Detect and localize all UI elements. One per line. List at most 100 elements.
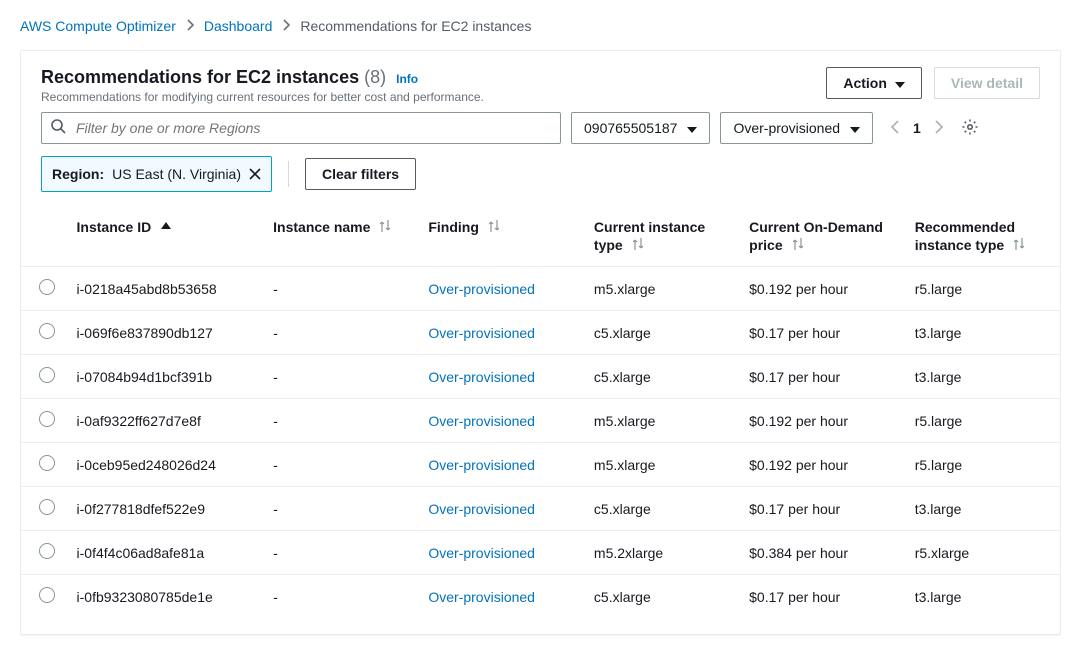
col-instance-id[interactable]: Instance ID [67,206,264,267]
info-link[interactable]: Info [396,72,418,86]
row-radio[interactable] [39,323,55,339]
cell-recommended-type: t3.large [905,311,1060,355]
cell-current-type: m5.xlarge [584,267,739,311]
filter-chip-value: US East (N. Virginia) [112,166,241,182]
row-radio[interactable] [39,587,55,603]
cell-price: $0.17 per hour [739,487,905,531]
row-radio[interactable] [39,499,55,515]
cell-instance-id: i-069f6e837890db127 [67,311,264,355]
table-row[interactable]: i-069f6e837890db127-Over-provisionedc5.x… [21,311,1060,355]
table-row[interactable]: i-0218a45abd8b53658-Over-provisioned m5.x… [21,267,1060,311]
sort-asc-icon [161,222,171,232]
result-count: (8) [364,67,386,87]
recommendations-table: Instance ID Instance name [21,206,1060,618]
cell-finding-link[interactable]: Over-provisioned [428,545,535,561]
page-title: Recommendations for EC2 instances (8) [41,67,386,88]
caret-down-icon [850,120,860,136]
cell-instance-name: - [263,267,418,311]
cell-instance-name: - [263,575,418,619]
cell-instance-id: i-0f277818dfef522e9 [67,487,264,531]
page-number: 1 [913,120,921,136]
cell-price: $0.192 per hour [739,399,905,443]
view-detail-button[interactable]: View detail [934,67,1040,99]
col-price[interactable]: Current On-Demand price [739,206,905,267]
region-filter-input[interactable] [41,112,561,144]
action-button[interactable]: Action [826,67,922,99]
divider [288,161,289,187]
row-radio[interactable] [39,279,55,295]
caret-down-icon [895,75,905,91]
cell-instance-id: i-0ceb95ed248026d24 [67,443,264,487]
cell-current-type: c5.xlarge [584,487,739,531]
filter-chip-region: Region: US East (N. Virginia) [41,156,272,192]
table-row[interactable]: i-0f4f4c06ad8afe81a-Over-provisionedm5.2… [21,531,1060,575]
cell-finding-link[interactable]: Over-provisioned [428,589,535,605]
search-icon [51,119,66,137]
col-finding[interactable]: Finding [418,206,584,267]
cell-price: $0.384 per hour [739,531,905,575]
account-dropdown[interactable]: 090765505187 [571,112,710,144]
cell-instance-name: - [263,311,418,355]
row-radio[interactable] [39,543,55,559]
cell-price: $0.17 per hour [739,355,905,399]
cell-instance-id: i-0fb9323080785de1e [67,575,264,619]
cell-recommended-type: r5.xlarge [905,531,1060,575]
cell-price: $0.17 per hour [739,575,905,619]
cell-price: $0.17 per hour [739,311,905,355]
sort-icon [380,220,390,232]
cell-price: $0.192 per hour [739,267,905,311]
cell-recommended-type: t3.large [905,355,1060,399]
cell-recommended-type: r5.large [905,399,1060,443]
cell-recommended-type: t3.large [905,487,1060,531]
page-prev[interactable] [891,120,899,137]
table-row[interactable]: i-0ceb95ed248026d24-Over-provisioned m5.x… [21,443,1060,487]
cell-finding-link[interactable]: Over-provisioned [428,501,535,517]
cell-finding-link[interactable]: Over-provisioned [428,413,535,429]
chevron-right-icon [186,18,194,34]
cell-finding-link[interactable]: Over-provisioned [428,325,535,341]
sort-icon [489,220,499,232]
cell-recommended-type: t3.large [905,575,1060,619]
chevron-right-icon [282,18,290,34]
breadcrumb-dashboard[interactable]: Dashboard [204,18,273,34]
page-next[interactable] [935,120,943,137]
cell-finding-link[interactable]: Over-provisioned [428,281,535,297]
cell-instance-name: - [263,399,418,443]
col-current-type[interactable]: Current instance type [584,206,739,267]
sort-icon [633,238,643,250]
cell-current-type: m5.xlarge [584,399,739,443]
cell-finding-link[interactable]: Over-provisioned [428,369,535,385]
breadcrumb-root[interactable]: AWS Compute Optimizer [20,18,176,34]
settings-icon[interactable] [961,118,979,139]
table-row[interactable]: i-0f277818dfef522e9-Over-provisioned c5.x… [21,487,1060,531]
caret-down-icon [687,120,697,136]
pagination: 1 [891,120,943,137]
horizontal-scrollbar[interactable] [21,618,1060,634]
breadcrumb-current: Recommendations for EC2 instances [300,18,531,34]
remove-filter-icon[interactable] [249,168,261,180]
table-row[interactable]: i-07084b94d1bcf391b-Over-provisioned c5.x… [21,355,1060,399]
cell-current-type: c5.xlarge [584,355,739,399]
cell-instance-name: - [263,443,418,487]
row-radio[interactable] [39,411,55,427]
sort-icon [793,238,803,250]
cell-instance-name: - [263,355,418,399]
finding-filter-dropdown[interactable]: Over-provisioned [720,112,873,144]
cell-instance-name: - [263,487,418,531]
sort-icon [1014,238,1024,250]
cell-recommended-type: r5.large [905,267,1060,311]
col-recommended-type[interactable]: Recommended instance type [905,206,1060,267]
clear-filters-button[interactable]: Clear filters [305,158,416,190]
cell-instance-id: i-0218a45abd8b53658 [67,267,264,311]
cell-current-type: m5.xlarge [584,443,739,487]
table-row[interactable]: i-0fb9323080785de1e-Over-provisionedc5.x… [21,575,1060,619]
breadcrumb: AWS Compute Optimizer Dashboard Recommen… [20,18,1061,34]
filter-chip-key: Region: [52,166,104,182]
cell-instance-name: - [263,531,418,575]
cell-finding-link[interactable]: Over-provisioned [428,457,535,473]
row-radio[interactable] [39,367,55,383]
table-row[interactable]: i-0af9322ff627d7e8f-Over-provisionedm5.x… [21,399,1060,443]
cell-instance-id: i-07084b94d1bcf391b [67,355,264,399]
col-instance-name[interactable]: Instance name [263,206,418,267]
row-radio[interactable] [39,455,55,471]
